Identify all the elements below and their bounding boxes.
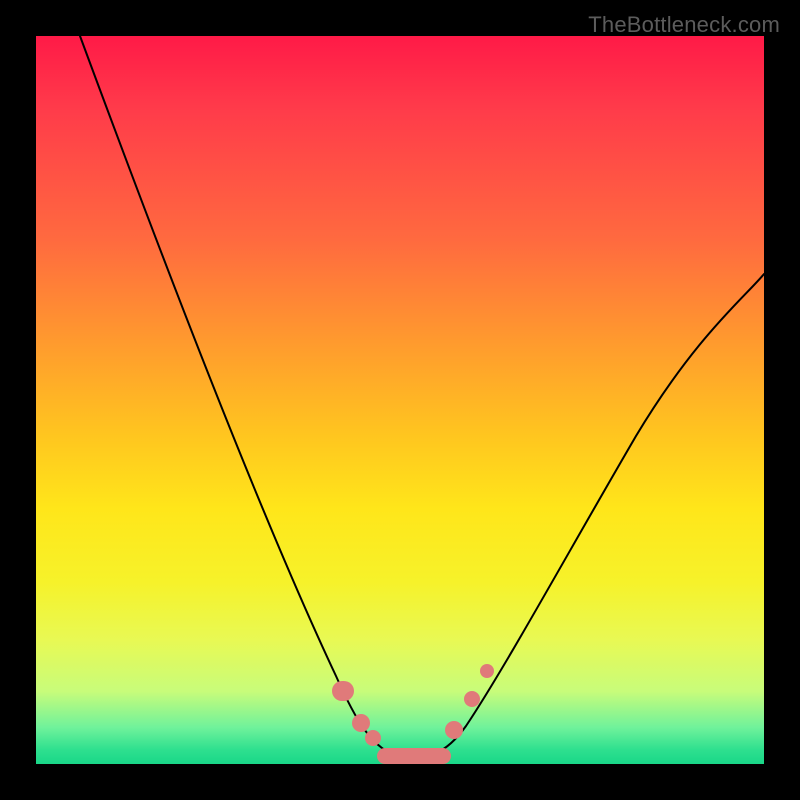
watermark-text: TheBottleneck.com [588,12,780,38]
plot-area [36,36,764,764]
marker-pill-bottom [377,748,451,764]
curve-path [80,36,764,758]
marker-dot [445,721,463,739]
marker-dot [464,691,480,707]
marker-dot [480,664,494,678]
bottleneck-curve [36,36,764,764]
marker-dot [365,730,381,746]
curve-markers [332,664,494,764]
chart-frame: TheBottleneck.com [0,0,800,800]
marker-dot [352,714,370,732]
marker-pill-left [332,681,354,701]
